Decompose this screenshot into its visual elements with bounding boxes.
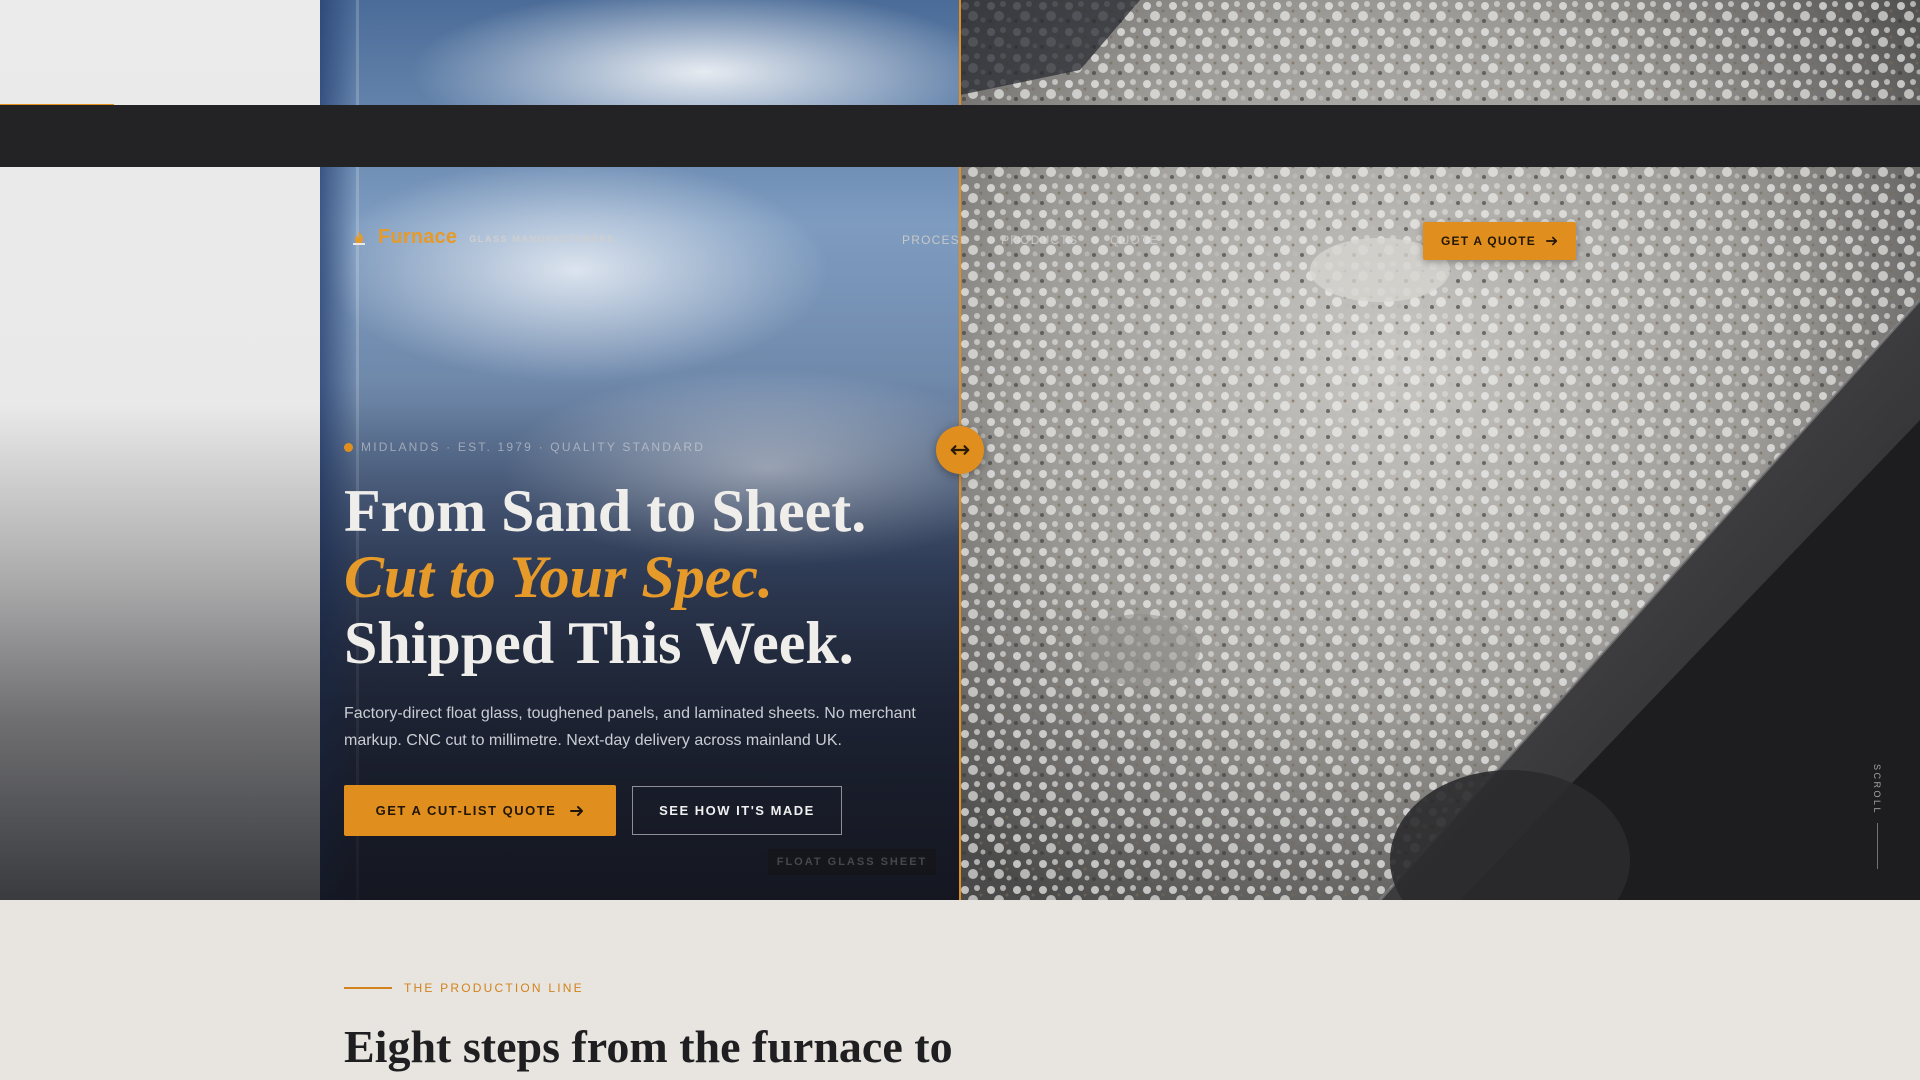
brand-name: Furnace <box>378 226 458 248</box>
section-eyebrow: THE PRODUCTION LINE <box>344 981 584 995</box>
get-a-quote-label: GET A QUOTE <box>1441 234 1536 248</box>
compare-slider-handle[interactable] <box>936 426 984 474</box>
arrow-right-icon <box>570 805 584 816</box>
headline-line-3: Shipped This Week. <box>344 610 854 676</box>
see-how-its-made-button[interactable]: SEE HOW IT'S MADE <box>632 786 842 835</box>
see-how-label: SEE HOW IT'S MADE <box>659 803 815 818</box>
scroll-line <box>1876 823 1878 870</box>
top-navigation-bar: Furnace GLASS MANUFACTURERS PROCESS PROD… <box>0 105 1920 260</box>
production-line-section <box>0 900 1920 1080</box>
brand-logo[interactable]: Furnace GLASS MANUFACTURERS <box>350 226 615 249</box>
nav-link-process[interactable]: PROCESS <box>902 233 969 247</box>
section-eyebrow-text: THE PRODUCTION LINE <box>404 981 584 995</box>
horizontal-arrows-icon <box>950 445 970 455</box>
hero-tagline: MIDLANDS · EST. 1979 · QUALITY STANDARD <box>344 440 705 454</box>
scroll-label: SCROLL <box>1872 764 1882 816</box>
hero-tagline-text: MIDLANDS · EST. 1979 · QUALITY STANDARD <box>361 440 706 454</box>
arrow-right-icon <box>1545 236 1558 246</box>
location-dot-icon <box>344 442 353 452</box>
hero-headline: From Sand to Sheet. Cut to Your Spec. Sh… <box>344 478 866 676</box>
hero-description: Factory-direct float glass, toughened pa… <box>344 705 916 749</box>
cut-list-quote-button[interactable]: GET A CUT-LIST QUOTE <box>344 785 616 836</box>
headline-line-2: Cut to Your Spec. <box>344 544 773 610</box>
brand-subtitle: GLASS MANUFACTURERS <box>469 233 616 244</box>
main-nav: PROCESS PRODUCTS QUOTE <box>902 233 1159 247</box>
get-a-quote-button[interactable]: GET A QUOTE <box>1423 222 1576 260</box>
scroll-indicator[interactable]: SCROLL <box>1872 764 1882 870</box>
image-caption: FLOAT GLASS SHEET <box>768 849 936 875</box>
nav-link-products[interactable]: PRODUCTS <box>1001 233 1078 247</box>
eyebrow-divider <box>344 987 392 989</box>
cut-list-quote-label: GET A CUT-LIST QUOTE <box>375 803 557 818</box>
headline-line-1: From Sand to Sheet. <box>344 478 867 544</box>
section-title: Eight steps from the furnace to <box>344 1021 953 1072</box>
flame-icon <box>353 230 365 245</box>
nav-link-quote[interactable]: QUOTE <box>1110 233 1159 247</box>
